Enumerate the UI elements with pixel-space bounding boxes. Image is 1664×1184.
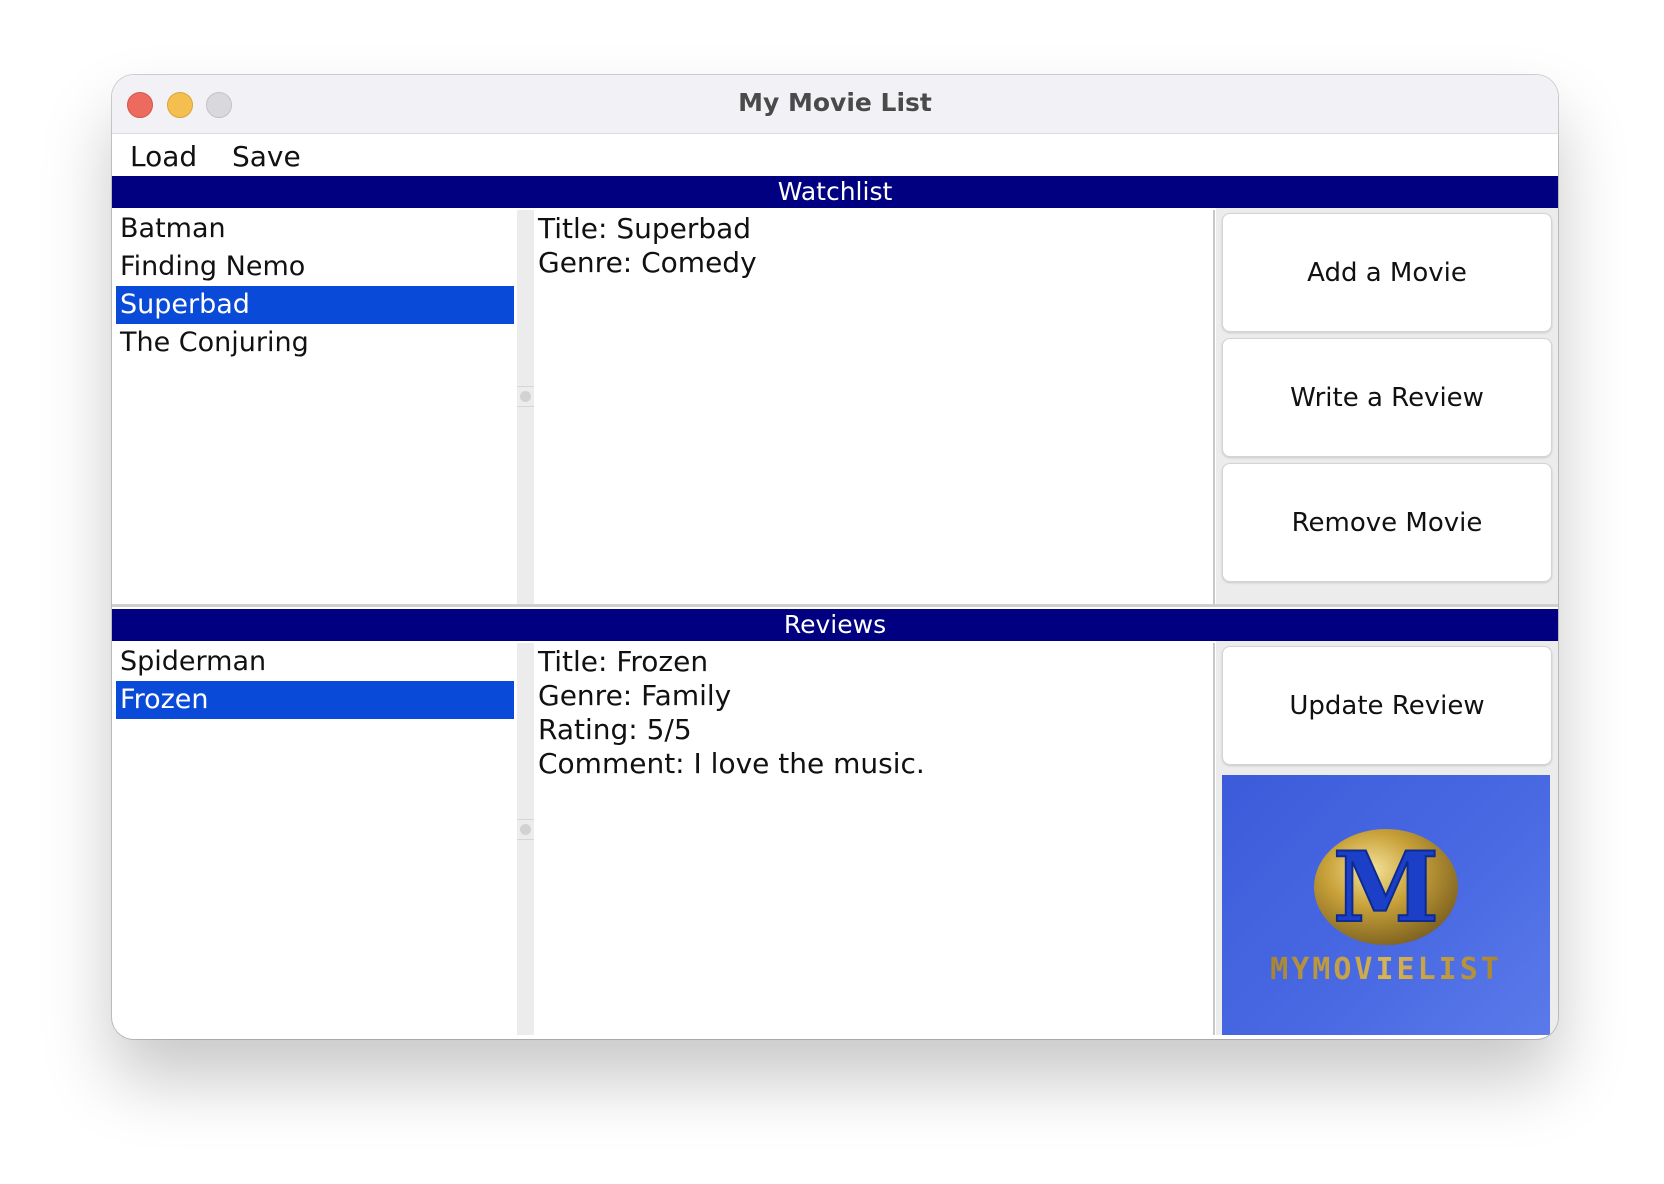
watchlist-header: Watchlist: [112, 176, 1558, 208]
watchlist-item[interactable]: Batman: [116, 210, 514, 248]
divider-handle[interactable]: [520, 391, 531, 402]
app-window: My Movie List Load Save Watchlist Batman…: [112, 75, 1558, 1039]
write-review-button[interactable]: Write a Review: [1222, 338, 1552, 457]
watchlist-button-panel: Add a Movie Write a Review Remove Movie: [1216, 208, 1558, 606]
section-separator: [112, 604, 1558, 607]
watchlist-split-divider[interactable]: [517, 210, 534, 604]
window-title: My Movie List: [738, 88, 932, 117]
divider-line: [517, 406, 534, 407]
divider-line: [517, 819, 534, 820]
title-bar[interactable]: My Movie List: [112, 75, 1558, 134]
divider-handle[interactable]: [520, 824, 531, 835]
update-review-button[interactable]: Update Review: [1222, 646, 1552, 765]
menu-save[interactable]: Save: [232, 140, 301, 173]
detail-genre: Genre: Family: [538, 679, 732, 712]
review-item-selected[interactable]: Frozen: [116, 681, 514, 719]
detail-title: Title: Superbad: [538, 212, 752, 245]
logo-letter: M: [1333, 831, 1439, 944]
reviews-button-panel: Update Review M MYMOVIELIST: [1216, 641, 1558, 1035]
reviews-list[interactable]: Spiderman Frozen: [114, 643, 514, 1035]
detail-title: Title: Frozen: [538, 645, 709, 678]
watchlist-item[interactable]: Finding Nemo: [116, 248, 514, 286]
reviews-split-divider[interactable]: [517, 643, 534, 1035]
review-detail: Title: Frozen Genre: Family Rating: 5/5 …: [534, 643, 1215, 1035]
review-item[interactable]: Spiderman: [116, 643, 514, 681]
watchlist-detail: Title: Superbad Genre: Comedy: [534, 210, 1215, 604]
divider-line: [517, 386, 534, 387]
watchlist-item[interactable]: The Conjuring: [116, 324, 514, 362]
detail-rating: Rating: 5/5: [538, 713, 692, 746]
detail-genre: Genre: Comedy: [538, 246, 757, 279]
watchlist-list[interactable]: Batman Finding Nemo Superbad The Conjuri…: [114, 210, 514, 604]
reviews-header: Reviews: [112, 609, 1558, 641]
menu-load[interactable]: Load: [130, 140, 197, 173]
logo-graphic: M MYMOVIELIST: [1270, 829, 1502, 987]
add-movie-button[interactable]: Add a Movie: [1222, 213, 1552, 332]
detail-comment: Comment: I love the music.: [538, 747, 925, 780]
divider-line: [517, 839, 534, 840]
remove-movie-button[interactable]: Remove Movie: [1222, 463, 1552, 582]
mymovielist-logo: M MYMOVIELIST: [1222, 775, 1550, 1035]
watchlist-item-selected[interactable]: Superbad: [116, 286, 514, 324]
menu-bar: Load Save: [112, 134, 1558, 178]
logo-wordmark: MYMOVIELIST: [1270, 952, 1502, 987]
